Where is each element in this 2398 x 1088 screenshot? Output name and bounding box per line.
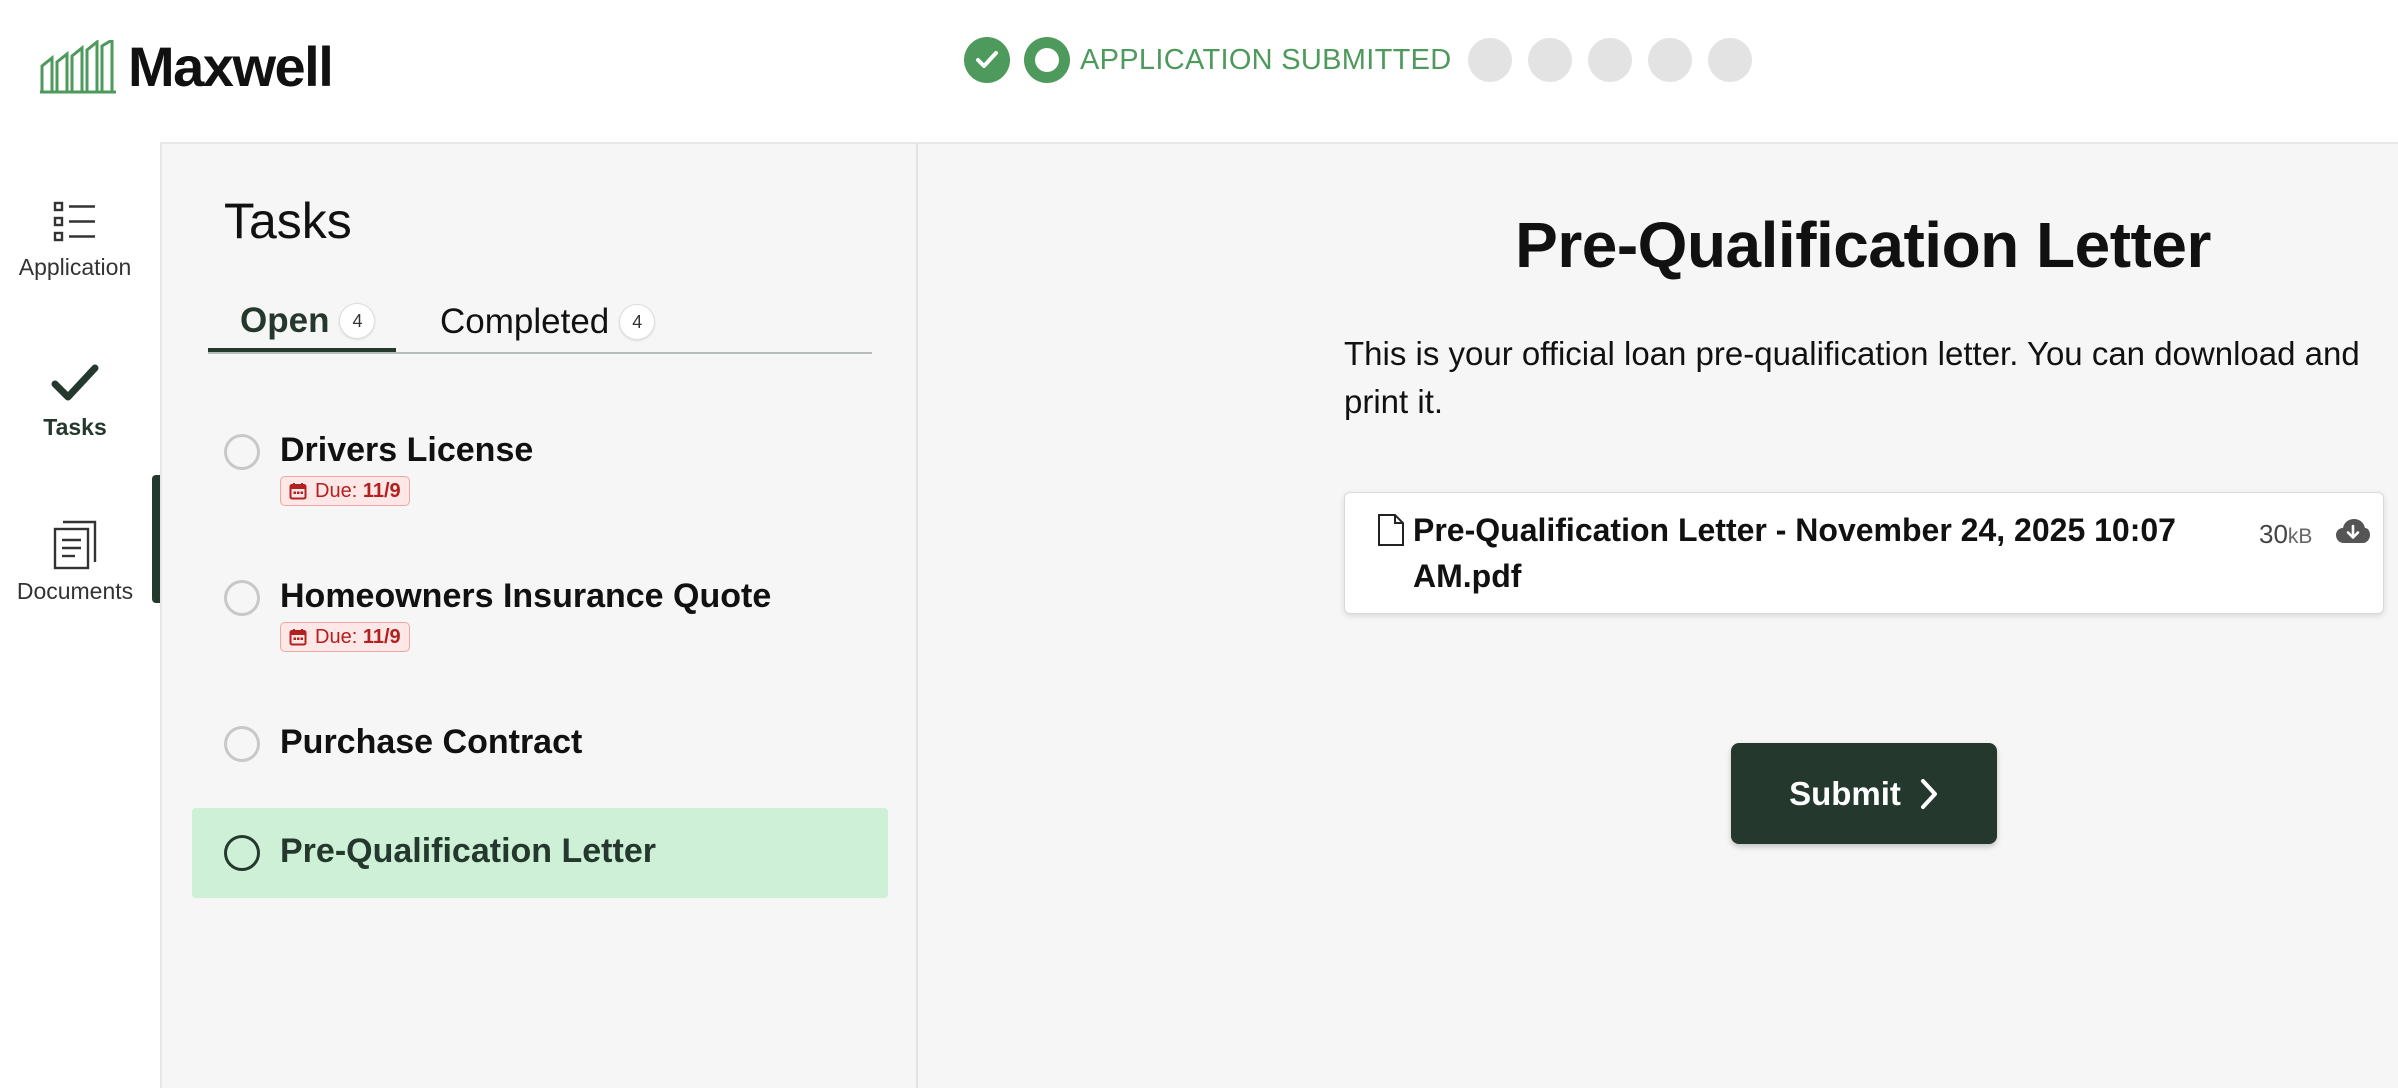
- task-status-radio[interactable]: [224, 726, 260, 762]
- due-date: 11/9: [362, 479, 401, 502]
- task-item-homeowners-insurance-quote[interactable]: Homeowners Insurance Quote Due: 11/9: [192, 576, 888, 676]
- step-pending-icon: [1647, 38, 1692, 82]
- file-size: 30kB: [2259, 519, 2312, 550]
- calendar-icon: [289, 629, 307, 646]
- step-pending-icon: [1587, 38, 1632, 82]
- tasks-panel: Tasks Open 4 Completed 4 Drivers License…: [160, 142, 918, 1088]
- tasks-heading: Tasks: [224, 193, 352, 249]
- maxwell-logo[interactable]: Maxwell: [40, 34, 334, 99]
- task-title: Purchase Contract: [280, 723, 583, 761]
- nav-label-documents: Documents: [16, 578, 134, 604]
- task-item-pre-qualification-letter[interactable]: Pre-Qualification Letter: [192, 808, 888, 898]
- submit-label: Submit: [1789, 774, 1901, 812]
- task-status-radio[interactable]: [224, 580, 260, 616]
- tab-open[interactable]: Open 4: [208, 294, 396, 352]
- tab-completed-count: 4: [619, 304, 656, 340]
- step-pending-icon: [1467, 38, 1512, 82]
- tab-completed[interactable]: Completed 4: [440, 294, 656, 350]
- due-date-badge: Due: 11/9: [280, 476, 410, 506]
- application-progress: APPLICATION SUBMITTED: [964, 37, 1752, 83]
- nav-label-application: Application: [18, 254, 132, 280]
- logo-bars-icon: [40, 39, 116, 93]
- tab-open-count: 4: [339, 303, 376, 339]
- calendar-icon: [289, 483, 307, 500]
- tab-open-label: Open: [240, 301, 330, 340]
- nav-item-documents[interactable]: Documents: [0, 520, 150, 605]
- task-item-drivers-license[interactable]: Drivers License Due: 11/9: [192, 430, 888, 530]
- task-status-radio[interactable]: [224, 434, 260, 470]
- task-status-radio[interactable]: [224, 835, 260, 871]
- due-prefix: Due:: [315, 479, 363, 502]
- nav-item-tasks[interactable]: Tasks: [0, 358, 150, 441]
- file-size-unit: kB: [2287, 525, 2313, 548]
- task-title: Homeowners Insurance Quote: [280, 577, 772, 615]
- task-detail-panel: Pre-Qualification Letter This is your of…: [918, 142, 2398, 1088]
- current-step-label: APPLICATION SUBMITTED: [1080, 43, 1452, 76]
- app-header: Maxwell APPLICATION SUBMITTED: [0, 0, 2398, 140]
- file-name[interactable]: Pre-Qualification Letter - November 24, …: [1413, 507, 2233, 599]
- task-title: Drivers License: [280, 431, 534, 469]
- due-date: 11/9: [362, 625, 401, 648]
- file-icon: [1378, 514, 1404, 546]
- step-pending-icon: [1707, 38, 1752, 82]
- cloud-download-icon[interactable]: [2335, 517, 2371, 547]
- checkmark-icon: [51, 364, 99, 401]
- task-item-purchase-contract[interactable]: Purchase Contract: [192, 722, 888, 782]
- task-title: Pre-Qualification Letter: [280, 832, 656, 870]
- task-tabs: Open 4 Completed 4: [208, 294, 872, 354]
- step-current-icon: [1024, 37, 1070, 83]
- submit-button[interactable]: Submit: [1731, 743, 1997, 844]
- step-completed-icon: [964, 37, 1010, 83]
- detail-description: This is your official loan pre-qualifica…: [1344, 335, 2360, 420]
- step-pending-icon: [1527, 38, 1572, 82]
- tab-completed-label: Completed: [440, 302, 610, 341]
- document-icon: [53, 520, 97, 570]
- nav-active-indicator: [152, 475, 160, 603]
- chevron-right-icon: [1920, 778, 1937, 809]
- nav-label-tasks: Tasks: [43, 414, 107, 440]
- list-icon: [53, 201, 95, 242]
- nav-item-application[interactable]: Application: [0, 198, 150, 281]
- brand-name: Maxwell: [128, 35, 334, 98]
- due-date-badge: Due: 11/9: [280, 622, 410, 652]
- due-prefix: Due:: [315, 625, 363, 648]
- detail-title: Pre-Qualification Letter: [1515, 209, 2211, 281]
- side-navigation: Application Tasks Documents: [0, 140, 160, 1088]
- file-attachment-card[interactable]: Pre-Qualification Letter - November 24, …: [1344, 492, 2384, 614]
- file-size-value: 30: [2259, 519, 2288, 549]
